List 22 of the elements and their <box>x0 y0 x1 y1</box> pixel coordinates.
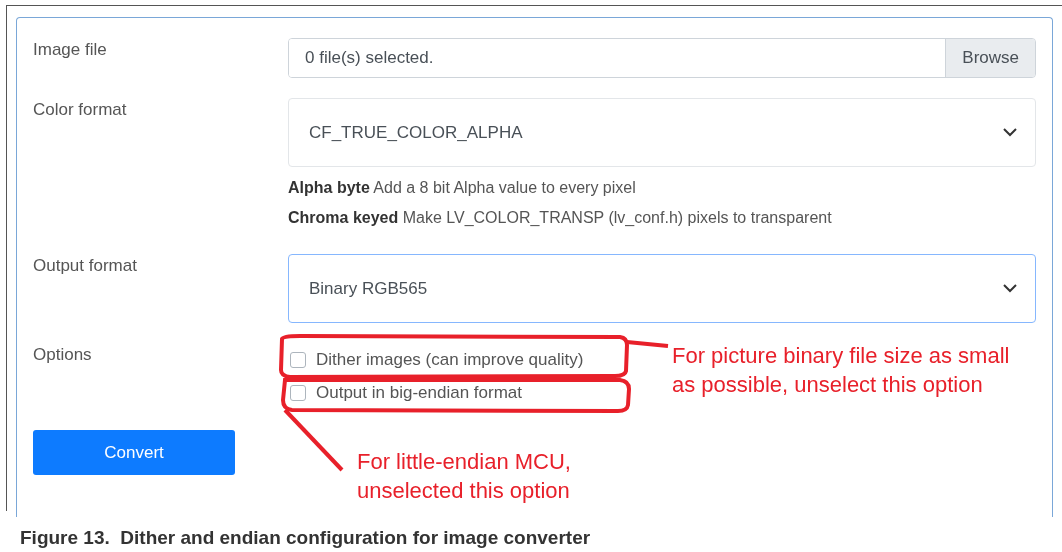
file-picker[interactable]: 0 file(s) selected. Browse <box>288 38 1036 78</box>
checkbox-label[interactable]: Output in big-endian format <box>316 383 522 403</box>
checkbox-label[interactable]: Dither images (can improve quality) <box>316 350 584 370</box>
field-label: Options <box>33 345 92 364</box>
annotation-text: For picture binary file size as small as possible, unselect this option <box>672 342 1011 399</box>
leader-line <box>283 408 344 472</box>
field-label: Output format <box>33 256 137 275</box>
select-field[interactable]: CF_TRUE_COLOR_ALPHA <box>288 98 1036 167</box>
field-label: Image file <box>33 40 107 59</box>
hint-text: Chroma keyed Make LV_COLOR_TRANSP (lv_conf.h) pixels to transparent <box>288 209 833 227</box>
chevron-down-icon <box>1003 128 1017 137</box>
checkbox[interactable] <box>290 352 306 368</box>
annotation-text: For little-endian MCU, unselected this option <box>357 448 572 505</box>
convert-button[interactable]: Convert <box>33 430 235 475</box>
hint-text: Alpha byte Add a 8 bit Alpha value to every pixel <box>288 179 637 197</box>
select-field[interactable]: Binary RGB565 <box>288 254 1036 323</box>
chevron-down-icon <box>1003 284 1017 293</box>
figure-caption: Figure 13. Dither and endian configuration for image converter <box>20 527 591 549</box>
browse-button[interactable]: Browse <box>945 39 1035 77</box>
field-label: Color format <box>33 100 127 119</box>
checkbox[interactable] <box>290 385 306 401</box>
leader-line <box>626 340 669 348</box>
